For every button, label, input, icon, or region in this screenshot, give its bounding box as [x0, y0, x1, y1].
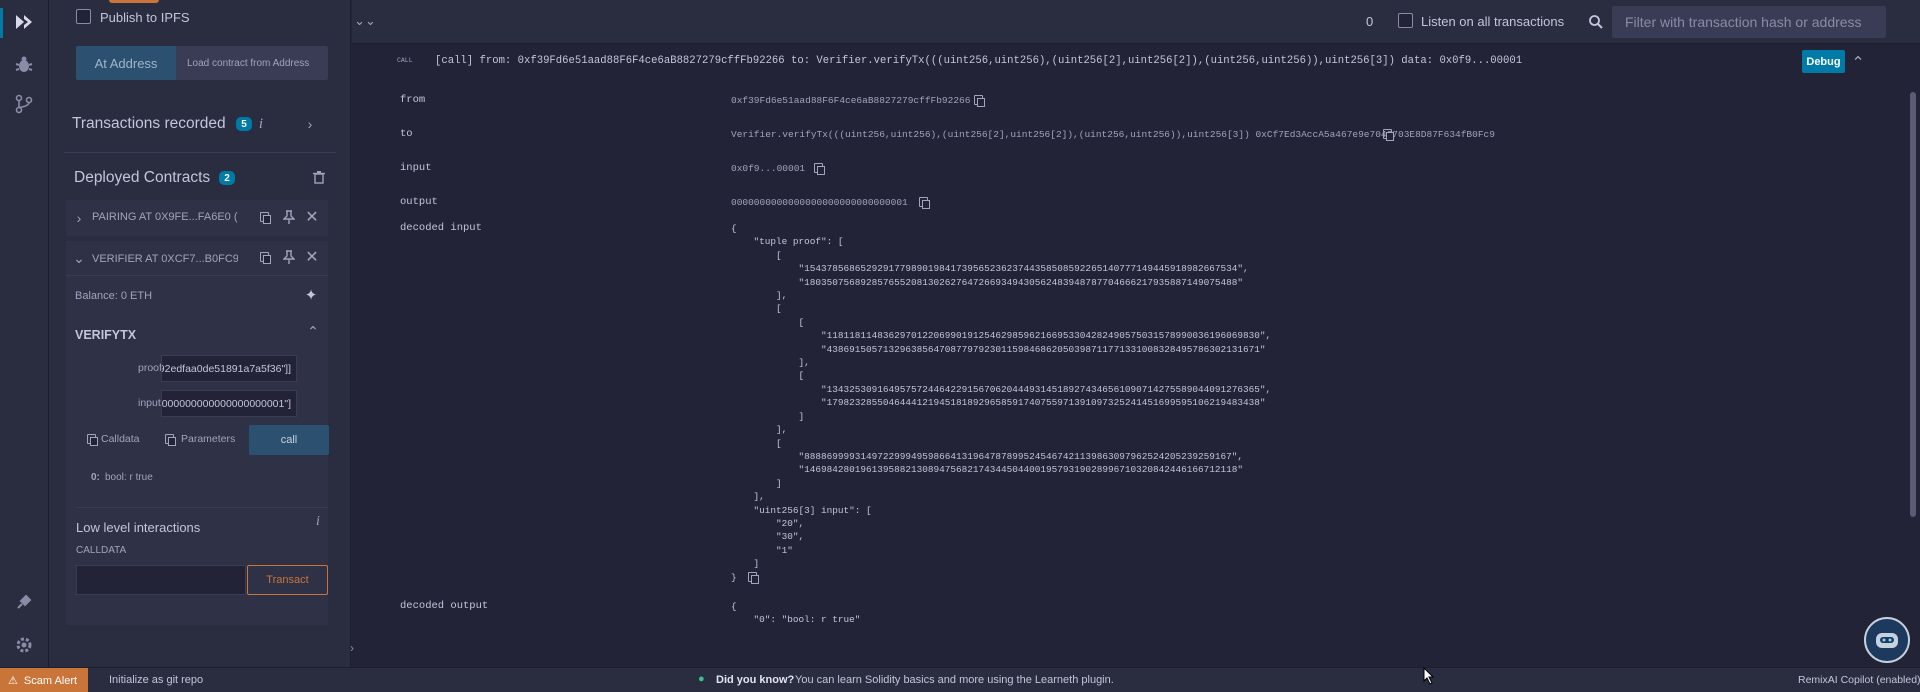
debug-button[interactable]: Debug [1802, 50, 1845, 73]
transact-button[interactable]: Transact [247, 565, 328, 595]
listen-all-checkbox[interactable] [1398, 13, 1413, 28]
proof-input[interactable]: 979092edfaa0de51891a7a5f36"]] [161, 355, 297, 382]
function-name: VERIFYTX [75, 328, 137, 342]
copy-icon[interactable] [163, 432, 176, 446]
tx-summary[interactable]: [call] from: 0xf39Fd6e51aad88F6F4ce6aB88… [435, 55, 1522, 67]
pending-tx-count: 0 [1366, 14, 1374, 29]
input-field[interactable]: )000000000000000000000000001"] [161, 390, 297, 417]
row-value-from: 0xf39Fd6e51aad88F6F4ce6aB8827279cffFb922… [731, 95, 971, 106]
git-init-link[interactable]: Initialize as git repo [109, 674, 203, 686]
parameters-button[interactable]: Parameters [181, 433, 235, 445]
row-key-input: input [400, 162, 432, 174]
chevron-right-icon[interactable]: › [303, 115, 317, 133]
row-value-output: 0000000000000000000000000000001 [731, 197, 908, 208]
bug-icon[interactable] [10, 51, 38, 79]
git-branch-icon[interactable] [10, 90, 38, 118]
at-address-button[interactable]: At Address [76, 46, 176, 80]
active-indicator [0, 8, 3, 38]
row-key-to: to [400, 128, 413, 140]
settings-icon[interactable] [10, 631, 38, 659]
mouse-cursor-icon [1423, 666, 1435, 690]
collapse-terminal-icon[interactable]: ⌄⌄ [354, 12, 376, 30]
decoded-output-label: decoded output [400, 600, 489, 612]
copilot-status[interactable]: RemixAI Copilot (enabled) [1798, 674, 1920, 686]
copy-icon[interactable] [814, 163, 825, 175]
publish-ipfs-label: Publish to IPFS [100, 10, 190, 25]
decoded-input-json: { "tuple proof": [ [ "154378568652929177… [731, 223, 1272, 583]
low-level-title: Low level interactions [76, 520, 201, 535]
close-icon[interactable]: ✕ [304, 249, 320, 266]
remix-logo-icon[interactable] [10, 8, 38, 36]
calldata-input[interactable] [76, 565, 246, 595]
calldata-label: CALLDATA [76, 545, 127, 556]
pin-icon[interactable] [281, 209, 297, 225]
chevron-up-icon[interactable]: ⌄ [306, 322, 320, 340]
copy-icon[interactable] [748, 572, 759, 584]
search-icon[interactable] [1587, 13, 1605, 31]
deployed-count-badge: 2 [219, 171, 235, 185]
row-value-input: 0x0f9...00001 [731, 163, 806, 174]
warning-icon: ⚠ [8, 675, 18, 687]
contract-row-pairing[interactable]: › PAIRING AT 0X9FE...FA6E0 (BLOCKCHAIN) … [66, 200, 328, 236]
icon-rail [0, 0, 49, 667]
divider [76, 507, 328, 508]
sparkle-icon[interactable]: ✦ [302, 286, 320, 304]
row-value-to: Verifier.verifyTx(((uint256,uint256),(ui… [731, 129, 1495, 140]
copy-icon[interactable] [85, 432, 98, 446]
deployed-contracts-title: Deployed Contracts [74, 169, 211, 186]
copy-icon[interactable] [256, 209, 272, 225]
listen-all-label: Listen on all transactions [1421, 14, 1565, 29]
input-label: input: [138, 397, 164, 409]
prompt-chevron-icon[interactable]: › [344, 640, 360, 656]
copy-icon[interactable] [974, 95, 985, 107]
at-address-input[interactable]: Load contract from Address [176, 46, 328, 80]
terminal: ⌄⌄ 0 Listen on all transactions Filter w… [350, 0, 1920, 667]
contract-name: VERIFIER AT 0XCF7...B0FC9 (BLOCKCHAIN) [92, 253, 238, 265]
tx-type-tag: CALL [397, 57, 413, 64]
chevron-up-icon[interactable]: ⌄ [1850, 52, 1866, 70]
calldata-button[interactable]: Calldata [101, 433, 140, 445]
pin-icon[interactable] [281, 249, 297, 265]
result-index: 0: [91, 472, 100, 483]
did-you-know-label: Did you know? [716, 674, 795, 686]
trash-icon[interactable] [312, 168, 326, 186]
chevron-right-icon[interactable]: › [74, 210, 84, 226]
lightbulb-icon: ● [698, 673, 705, 685]
row-key-output: output [400, 196, 438, 208]
remix-ide: Publish to IPFS At Address Load contract… [0, 0, 1920, 692]
copy-icon[interactable] [1383, 129, 1394, 141]
plugin-icon[interactable] [10, 588, 38, 616]
contract-name: PAIRING AT 0X9FE...FA6E0 (BLOCKCHAIN) [92, 211, 238, 223]
info-icon[interactable]: i [312, 514, 324, 530]
result-value: bool: r true [105, 472, 153, 483]
close-icon[interactable]: ✕ [304, 209, 320, 226]
copy-icon[interactable] [919, 197, 930, 209]
transactions-recorded-title[interactable]: Transactions recorded [72, 115, 226, 133]
deploy-button-edge [109, 0, 159, 3]
ai-assistant-icon[interactable] [1864, 617, 1910, 663]
divider [64, 152, 336, 153]
terminal-header: ⌄⌄ 0 Listen on all transactions Filter w… [352, 0, 1920, 44]
copy-icon[interactable] [256, 249, 272, 265]
terminal-scrollbar[interactable] [1910, 92, 1916, 517]
tip-text: You can learn Solidity basics and more u… [795, 674, 1114, 686]
scam-alert-button[interactable]: ⚠ Scam Alert [0, 668, 88, 692]
decoded-output-json: { "0": "bool: r true" [731, 601, 861, 626]
status-bar: ⚠ Scam Alert Initialize as git repo ● Di… [0, 667, 1920, 692]
deploy-run-panel: Publish to IPFS At Address Load contract… [49, 0, 351, 667]
transactions-count-badge: 5 [236, 117, 252, 131]
tx-filter-input[interactable]: Filter with transaction hash or address [1612, 6, 1886, 38]
decoded-input-label: decoded input [400, 222, 482, 234]
call-button[interactable]: call [249, 425, 329, 455]
balance-label: Balance: 0 ETH [75, 290, 153, 302]
scam-alert-label: Scam Alert [23, 674, 78, 687]
row-key-from: from [400, 94, 426, 106]
chevron-down-icon[interactable]: ⌄ [73, 250, 85, 266]
publish-ipfs-checkbox[interactable] [76, 9, 91, 24]
divider [66, 275, 328, 276]
info-icon[interactable]: i [254, 115, 268, 133]
